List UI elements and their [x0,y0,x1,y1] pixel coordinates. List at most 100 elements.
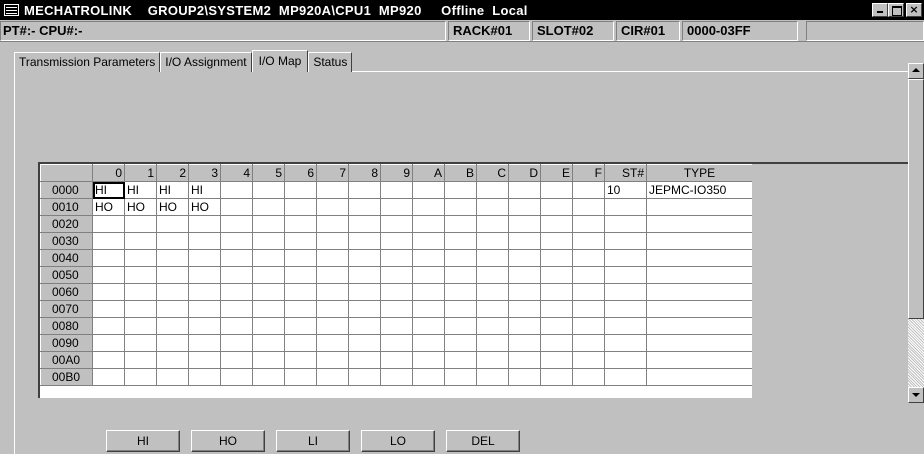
grid-cell[interactable] [540,181,573,199]
column-header[interactable]: 4 [220,164,253,182]
row-header[interactable]: 0010 [40,198,93,216]
grid-cell[interactable] [220,266,253,284]
grid-cell[interactable] [284,198,317,216]
grid-cell[interactable]: JEPMC-IO350 [646,181,753,199]
grid-cell[interactable] [348,215,381,233]
grid-cell[interactable] [316,249,349,267]
grid-cell[interactable] [476,266,509,284]
grid-cell[interactable] [188,215,221,233]
grid-cell[interactable] [220,368,253,386]
grid-cell[interactable] [220,317,253,335]
grid-cell[interactable] [646,317,753,335]
grid-cell[interactable] [124,368,157,386]
grid-cell[interactable] [252,300,285,318]
grid-cell[interactable] [508,249,541,267]
tab-io-map[interactable]: I/O Map [251,50,309,72]
column-header[interactable]: 1 [124,164,157,182]
column-header[interactable]: 9 [380,164,413,182]
grid-cell[interactable] [476,317,509,335]
grid-cell[interactable] [284,351,317,369]
grid-cell[interactable] [92,283,125,301]
tab-status[interactable]: Status [308,52,353,72]
grid-cell[interactable] [412,198,445,216]
grid-cell[interactable] [476,300,509,318]
grid-cell[interactable] [316,334,349,352]
grid-cell[interactable] [188,300,221,318]
grid-cell[interactable]: HO [124,198,157,216]
column-header[interactable]: 3 [188,164,221,182]
grid-cell[interactable] [444,283,477,301]
row-header[interactable]: 0030 [40,232,93,250]
grid-cell[interactable] [540,232,573,250]
grid-cell[interactable] [92,215,125,233]
grid-cell[interactable] [540,266,573,284]
grid-cell[interactable] [316,198,349,216]
grid-cell[interactable] [124,249,157,267]
grid-cell[interactable] [380,181,413,199]
grid-cell[interactable] [188,351,221,369]
grid-cell[interactable] [604,215,647,233]
grid-cell[interactable] [508,181,541,199]
grid-cell[interactable] [476,181,509,199]
grid-cell[interactable] [316,351,349,369]
grid-cell[interactable] [604,266,647,284]
row-header[interactable]: 0000 [40,181,93,199]
arrow-up-icon[interactable] [908,63,924,79]
grid-cell[interactable] [444,317,477,335]
row-header[interactable]: 0040 [40,249,93,267]
grid-cell[interactable] [604,334,647,352]
del-button[interactable]: DEL [446,430,520,452]
grid-cell[interactable] [380,198,413,216]
title-bar[interactable]: MECHATROLINK GROUP2\SYSTEM2 MP920A\CPU1 … [0,0,924,20]
grid-cell[interactable] [348,249,381,267]
grid-cell[interactable] [188,266,221,284]
grid-cell[interactable] [348,232,381,250]
grid-cell[interactable] [124,215,157,233]
grid-cell[interactable] [444,232,477,250]
grid-cell[interactable] [92,368,125,386]
grid-cell[interactable]: HI [156,181,189,199]
grid-cell[interactable] [540,368,573,386]
io-map-grid[interactable]: 0 1 2 3 4 5 6 7 8 9 A B C D E F ST# TYPE 0000 HI HI HI HI 10 JE… [38,162,908,398]
grid-cell[interactable] [348,351,381,369]
grid-cell[interactable] [252,351,285,369]
grid-cell[interactable] [252,334,285,352]
grid-cell[interactable] [284,283,317,301]
grid-cell[interactable] [604,368,647,386]
grid-cell[interactable] [188,368,221,386]
column-header[interactable]: TYPE [646,164,753,182]
grid-cell[interactable] [572,215,605,233]
grid-cell[interactable] [348,334,381,352]
grid-cell[interactable] [220,181,253,199]
grid-cell[interactable] [156,266,189,284]
grid-cell[interactable] [92,249,125,267]
grid-cell[interactable] [316,266,349,284]
column-header[interactable]: ST# [604,164,647,182]
grid-cell[interactable] [124,266,157,284]
grid-cell[interactable] [220,198,253,216]
grid-cell[interactable] [540,198,573,216]
column-header[interactable]: D [508,164,541,182]
grid-cell[interactable] [508,300,541,318]
grid-cell[interactable] [284,249,317,267]
grid-cell[interactable] [412,181,445,199]
grid-cell[interactable] [476,198,509,216]
grid-cell[interactable] [124,300,157,318]
column-header[interactable]: C [476,164,509,182]
grid-cell[interactable] [572,266,605,284]
grid-cell[interactable] [156,249,189,267]
grid-cell[interactable] [284,232,317,250]
grid-cell[interactable] [412,249,445,267]
grid-cell[interactable] [92,300,125,318]
grid-cell[interactable] [316,300,349,318]
column-header[interactable]: 8 [348,164,381,182]
grid-cell[interactable] [444,368,477,386]
grid-cell[interactable] [156,300,189,318]
grid-cell[interactable] [252,215,285,233]
grid-cell[interactable] [540,351,573,369]
grid-cell[interactable] [220,232,253,250]
window-menu-icon[interactable] [4,4,19,16]
grid-cell[interactable] [92,334,125,352]
grid-cell[interactable] [252,283,285,301]
column-header[interactable]: F [572,164,605,182]
